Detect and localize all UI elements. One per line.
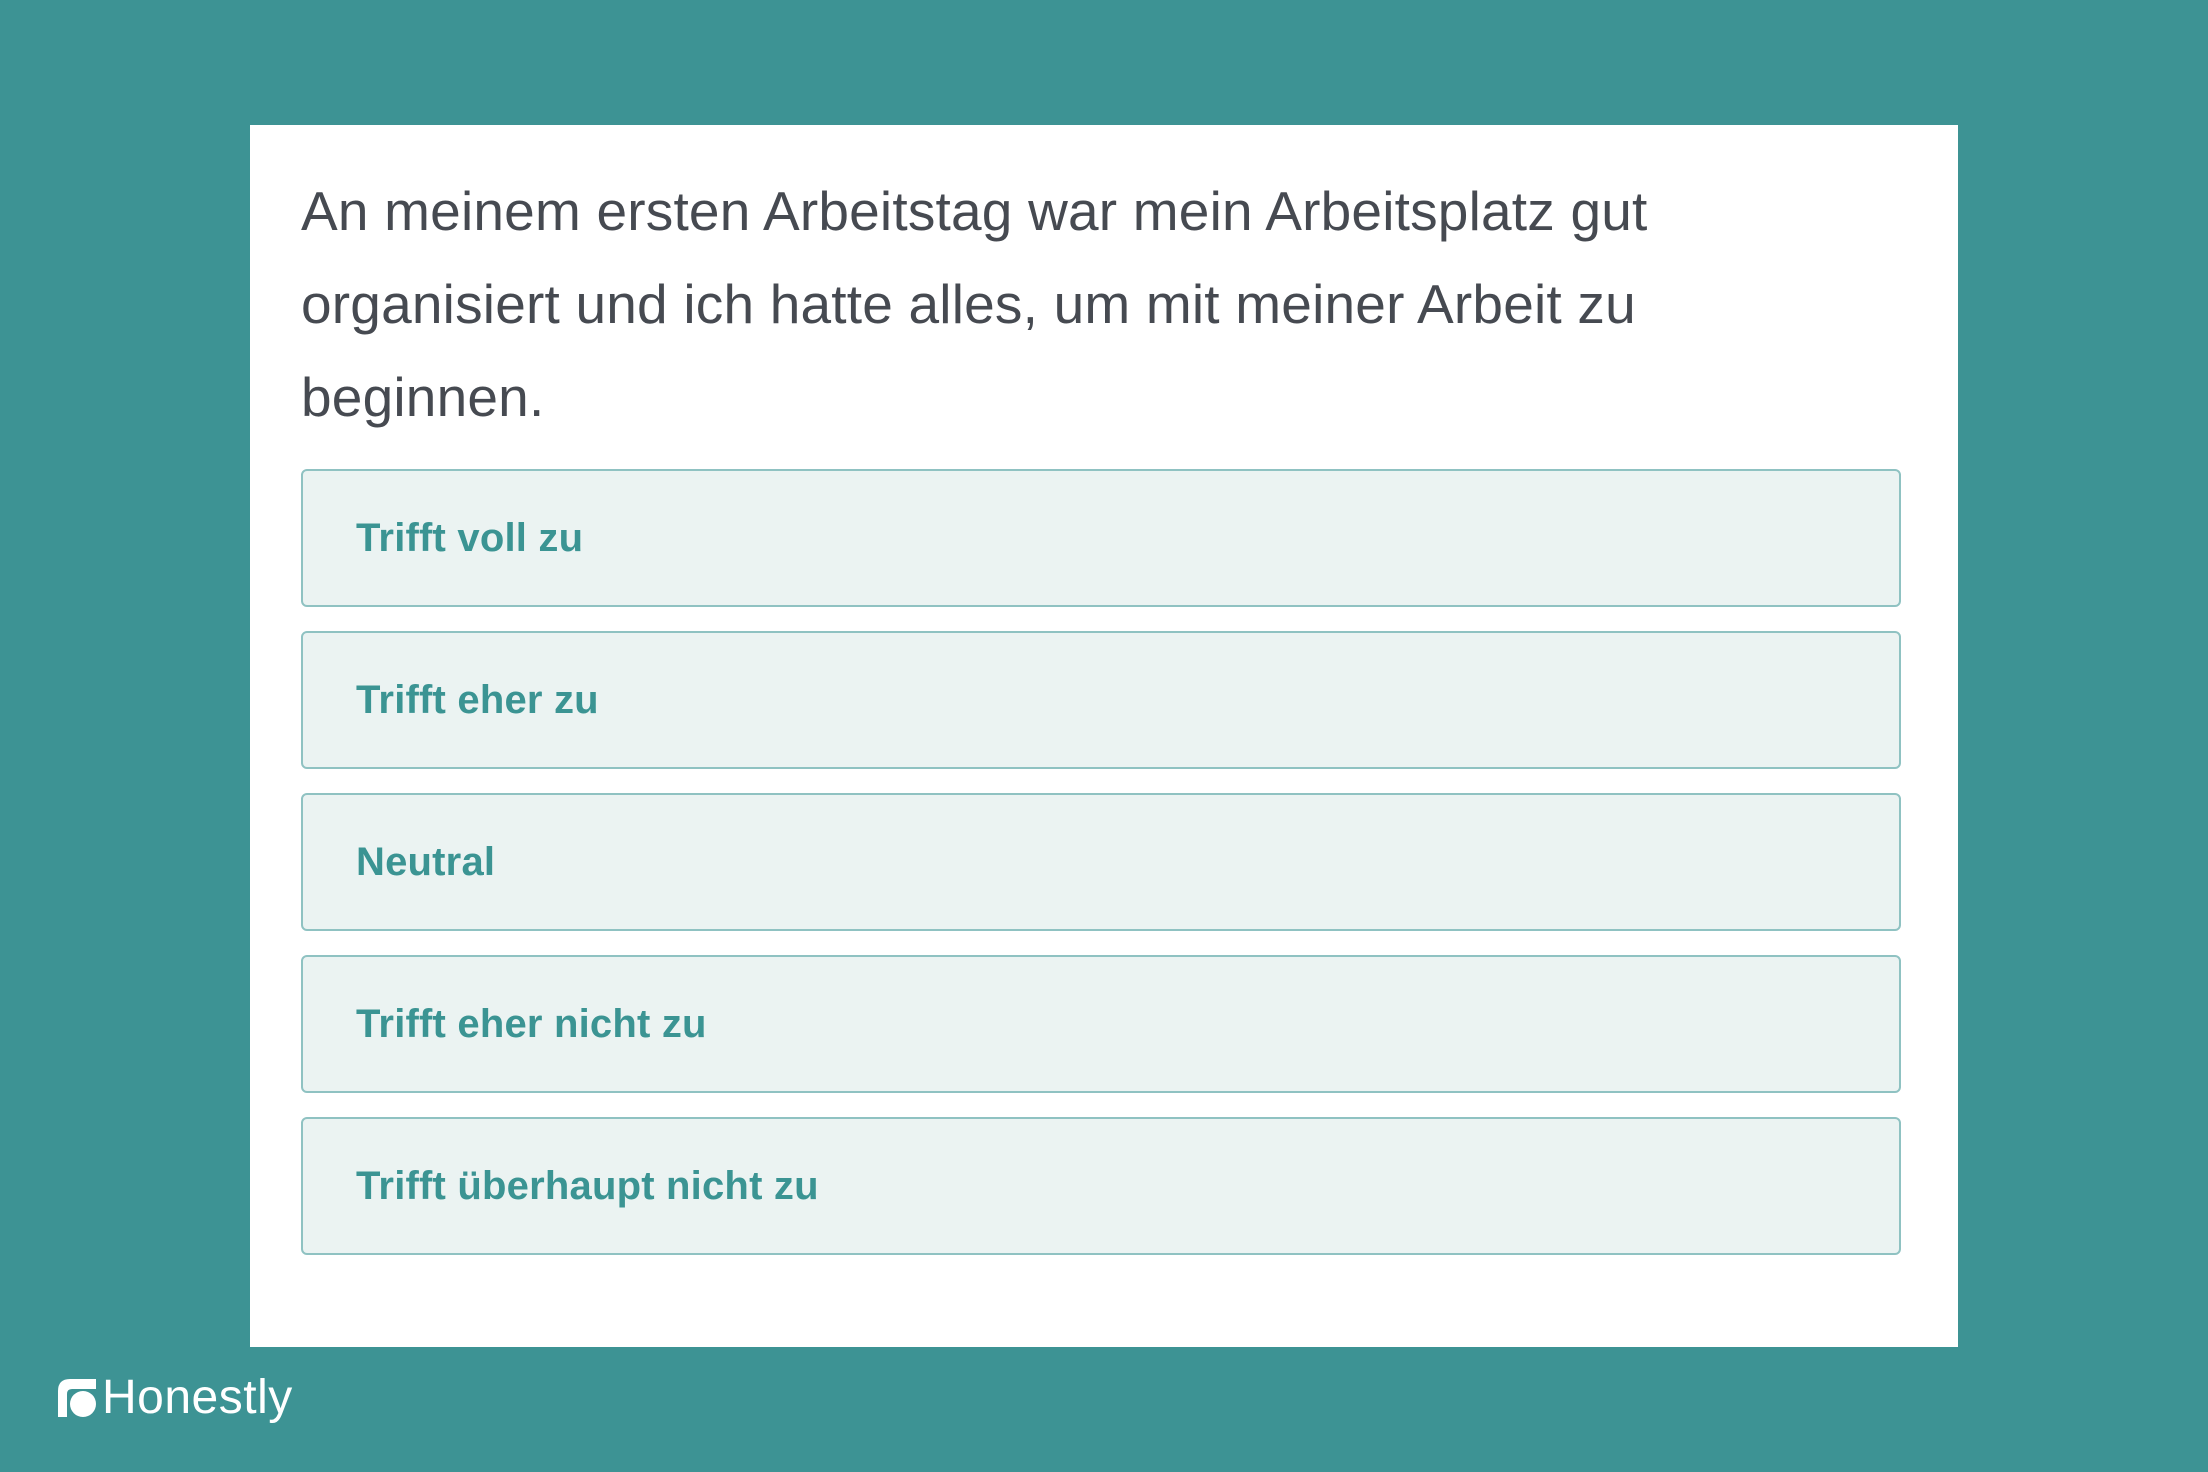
- honestly-logo-icon: [58, 1379, 96, 1417]
- option-trifft-eher-nicht-zu[interactable]: Trifft eher nicht zu: [301, 955, 1901, 1093]
- option-label: Trifft eher nicht zu: [356, 1001, 707, 1046]
- option-label: Trifft eher zu: [356, 677, 599, 722]
- option-trifft-ueberhaupt-nicht-zu[interactable]: Trifft überhaupt nicht zu: [301, 1117, 1901, 1255]
- answer-options: Trifft voll zu Trifft eher zu Neutral Tr…: [301, 469, 1901, 1279]
- survey-card: An meinem ersten Arbeitstag war mein Arb…: [250, 125, 1958, 1347]
- option-label: Neutral: [356, 839, 496, 884]
- option-label: Trifft überhaupt nicht zu: [356, 1163, 819, 1208]
- question-text: An meinem ersten Arbeitstag war mein Arb…: [301, 180, 1648, 428]
- option-neutral[interactable]: Neutral: [301, 793, 1901, 931]
- option-label: Trifft voll zu: [356, 515, 584, 560]
- brand-logo: Honestly: [56, 1372, 293, 1424]
- option-trifft-eher-zu[interactable]: Trifft eher zu: [301, 631, 1901, 769]
- option-trifft-voll-zu[interactable]: Trifft voll zu: [301, 469, 1901, 607]
- brand-name: Honestly: [102, 1371, 293, 1424]
